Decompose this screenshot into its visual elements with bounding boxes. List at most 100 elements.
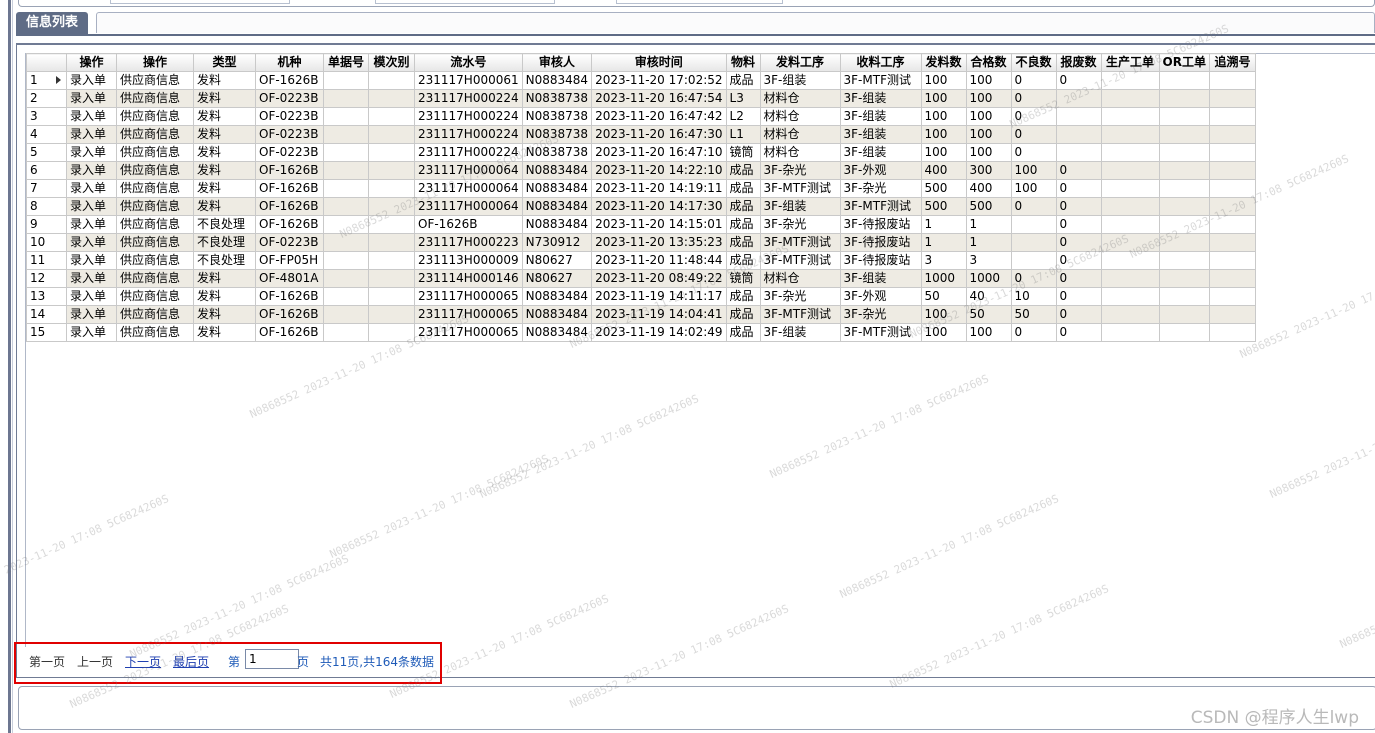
table-cell[interactable]: 发料 xyxy=(193,89,256,108)
table-cell[interactable] xyxy=(1158,161,1210,180)
table-cell[interactable]: 10 xyxy=(1010,287,1057,306)
table-cell[interactable]: 231114H000146 xyxy=(414,269,523,288)
table-cell[interactable]: 3F-杂光 xyxy=(759,215,841,234)
table-cell[interactable]: 发料 xyxy=(193,107,256,126)
table-cell[interactable]: 材料仓 xyxy=(759,107,841,126)
table-cell[interactable] xyxy=(1010,251,1057,270)
tab-info-list[interactable]: 信息列表 xyxy=(16,12,89,34)
table-cell[interactable] xyxy=(1100,143,1160,162)
table-row[interactable]: 11 录入单 供应商信息 不良处理 OF-FP05H 231113H000009 N8062… xyxy=(26,251,1256,270)
table-cell[interactable] xyxy=(1158,143,1210,162)
table-cell[interactable]: 3F-杂光 xyxy=(839,305,922,324)
table-cell[interactable] xyxy=(1208,143,1256,162)
table-row[interactable]: 6 录入单 供应商信息 发料 OF-1626B 231117H000064 N0883484… xyxy=(26,161,1256,180)
table-cell[interactable]: 成品 xyxy=(725,71,761,90)
table-cell[interactable]: 3F-组装 xyxy=(839,125,922,144)
table-cell[interactable]: OF-1626B xyxy=(255,161,324,180)
table-cell[interactable] xyxy=(323,197,369,216)
table-cell[interactable] xyxy=(1100,287,1160,306)
table-cell[interactable]: 0 xyxy=(1010,125,1057,144)
table-cell[interactable] xyxy=(368,233,415,252)
table-cell[interactable]: 100 xyxy=(920,125,967,144)
table-cell[interactable]: 供应商信息 xyxy=(116,215,194,234)
column-header[interactable]: 操作 xyxy=(116,53,194,72)
table-cell[interactable]: N0883484 xyxy=(521,323,593,342)
table-cell[interactable] xyxy=(368,179,415,198)
table-cell[interactable]: 录入单 xyxy=(66,107,117,126)
table-cell[interactable] xyxy=(1208,287,1256,306)
table-cell[interactable] xyxy=(1208,71,1256,90)
table-cell[interactable] xyxy=(1158,197,1210,216)
table-cell[interactable]: N0883484 xyxy=(521,197,593,216)
table-cell[interactable]: 1000 xyxy=(965,269,1012,288)
table-cell[interactable]: 录入单 xyxy=(66,269,117,288)
table-cell[interactable] xyxy=(1158,125,1210,144)
table-cell[interactable]: 0 xyxy=(1055,161,1102,180)
table-cell[interactable]: 231117H000224 xyxy=(414,143,523,162)
table-cell[interactable]: 100 xyxy=(920,89,967,108)
table-cell[interactable] xyxy=(1100,233,1160,252)
table-cell[interactable]: 3F-外观 xyxy=(839,161,922,180)
table-cell[interactable] xyxy=(368,71,415,90)
table-cell[interactable]: 3 xyxy=(920,251,967,270)
table-row[interactable]: 10 录入单 供应商信息 不良处理 OF-0223B 231117H000223 N7309… xyxy=(26,233,1256,252)
table-cell[interactable]: 发料 xyxy=(193,125,256,144)
table-cell[interactable]: N0883484 xyxy=(521,179,593,198)
table-cell[interactable] xyxy=(1100,125,1160,144)
table-cell[interactable] xyxy=(1055,89,1102,108)
table-cell[interactable] xyxy=(1158,269,1210,288)
table-cell[interactable]: 供应商信息 xyxy=(116,125,194,144)
table-cell[interactable]: 供应商信息 xyxy=(116,287,194,306)
table-cell[interactable] xyxy=(1158,71,1210,90)
table-cell[interactable]: 2023-11-20 11:48:44 xyxy=(591,251,727,270)
table-cell[interactable] xyxy=(323,125,369,144)
table-cell[interactable]: 发料 xyxy=(193,71,256,90)
table-cell[interactable]: 成品 xyxy=(725,197,761,216)
table-cell[interactable]: 3F-杂光 xyxy=(759,161,841,180)
last-page-link[interactable]: 最后页 xyxy=(173,654,209,670)
table-cell[interactable]: 100 xyxy=(965,323,1012,342)
table-cell[interactable]: 发料 xyxy=(193,161,256,180)
column-header[interactable]: 发料工序 xyxy=(759,53,841,72)
table-row[interactable]: 7 录入单 供应商信息 发料 OF-1626B 231117H000064 N0883484… xyxy=(26,179,1256,198)
table-cell[interactable]: 0 xyxy=(1055,215,1102,234)
table-cell[interactable]: 录入单 xyxy=(66,251,117,270)
table-cell[interactable]: N80627 xyxy=(521,269,593,288)
table-cell[interactable]: 发料 xyxy=(193,323,256,342)
table-cell[interactable]: N0883484 xyxy=(521,71,593,90)
table-cell[interactable] xyxy=(323,269,369,288)
table-cell[interactable] xyxy=(1100,71,1160,90)
table-cell[interactable]: 0 xyxy=(1010,107,1057,126)
table-cell[interactable]: 成品 xyxy=(725,323,761,342)
table-cell[interactable]: 0 xyxy=(1055,233,1102,252)
table-cell[interactable]: 录入单 xyxy=(66,161,117,180)
table-cell[interactable]: 发料 xyxy=(193,197,256,216)
table-cell[interactable]: 231117H000065 xyxy=(414,287,523,306)
table-cell[interactable]: 3F-组装 xyxy=(839,89,922,108)
column-header[interactable]: OR工单 xyxy=(1158,53,1210,72)
table-cell[interactable]: 材料仓 xyxy=(759,143,841,162)
table-cell[interactable]: N0883484 xyxy=(521,161,593,180)
table-cell[interactable]: 2023-11-19 14:02:49 xyxy=(591,323,727,342)
table-cell[interactable]: 50 xyxy=(1010,305,1057,324)
table-cell[interactable] xyxy=(368,107,415,126)
table-cell[interactable]: 3F-待报废站 xyxy=(839,233,922,252)
table-cell[interactable]: OF-FP05H xyxy=(255,251,324,270)
table-cell[interactable]: N0883484 xyxy=(521,305,593,324)
table-cell[interactable] xyxy=(368,251,415,270)
column-header[interactable]: 不良数 xyxy=(1010,53,1057,72)
table-cell[interactable]: 0 xyxy=(1055,251,1102,270)
table-cell[interactable] xyxy=(1158,215,1210,234)
table-cell[interactable]: 100 xyxy=(965,143,1012,162)
table-cell[interactable] xyxy=(1158,107,1210,126)
table-cell[interactable]: 2023-11-19 14:11:17 xyxy=(591,287,727,306)
table-cell[interactable] xyxy=(368,287,415,306)
table-cell[interactable]: 录入单 xyxy=(66,323,117,342)
table-cell[interactable] xyxy=(1208,215,1256,234)
table-row[interactable]: 9 录入单 供应商信息 不良处理 OF-1626B OF-1626B N0883484 202… xyxy=(26,215,1256,234)
table-cell[interactable]: N0838738 xyxy=(521,125,593,144)
table-cell[interactable]: 发料 xyxy=(193,143,256,162)
table-cell[interactable]: 录入单 xyxy=(66,71,117,90)
table-cell[interactable]: 供应商信息 xyxy=(116,71,194,90)
table-cell[interactable]: 录入单 xyxy=(66,287,117,306)
